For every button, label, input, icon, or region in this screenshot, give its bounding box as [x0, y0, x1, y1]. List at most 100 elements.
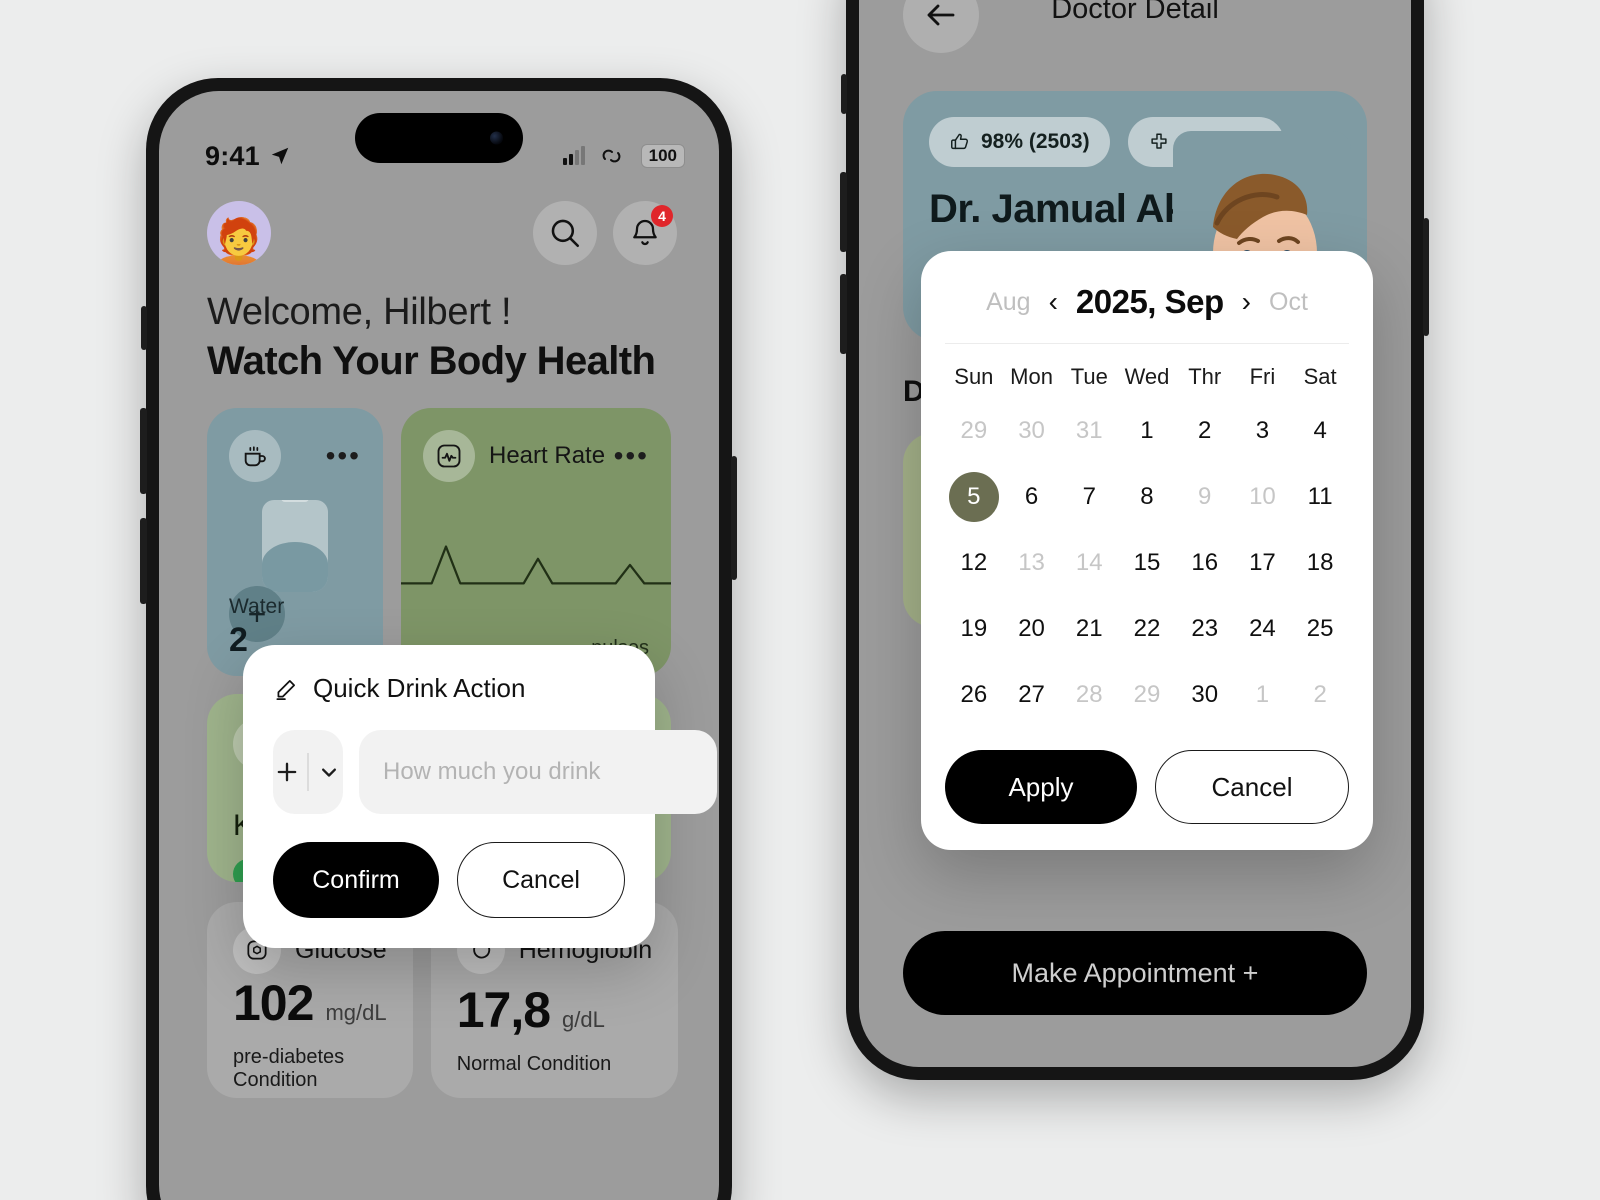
medical-cross-icon — [1150, 133, 1167, 149]
weekday-label: Tue — [1070, 364, 1108, 389]
calendar-day[interactable]: 15 — [1122, 538, 1172, 588]
calendar-header: Aug ‹ 2025, Sep › Oct — [945, 277, 1349, 344]
water-card-menu[interactable]: ••• — [326, 442, 361, 470]
calendar-day[interactable]: 19 — [949, 604, 999, 654]
right-phone-frame: Doctor Detail 98% (2503) Dr. Jamual Akpb… — [840, 0, 1429, 1080]
calendar-cell: 6 — [1003, 472, 1061, 522]
calendar-day[interactable]: 26 — [949, 670, 999, 720]
phone-silent-switch[interactable] — [141, 306, 147, 350]
calendar-day[interactable]: 23 — [1180, 604, 1230, 654]
heart-rate-card[interactable]: Heart Rate ••• pulses — [401, 408, 671, 676]
status-bar-indicators: 100 — [562, 144, 685, 168]
calendar-day[interactable]: 2 — [1180, 406, 1230, 456]
calendar-cell: 2 — [1291, 670, 1349, 720]
glucose-condition: pre-diabetes Condition — [233, 1046, 345, 1091]
search-icon — [551, 219, 580, 248]
calendar-day[interactable]: 17 — [1237, 538, 1287, 588]
calendar-cell: 8 — [1118, 472, 1176, 522]
calendar-day[interactable]: 25 — [1295, 604, 1345, 654]
calendar-day[interactable]: 1 — [1122, 406, 1172, 456]
heart-rate-card-menu[interactable]: ••• — [614, 442, 649, 470]
left-phone-frame: 9:41 100 — [140, 78, 737, 1200]
quick-drink-modal-title-row: Quick Drink Action — [273, 673, 625, 704]
phone-volume-up-button[interactable] — [840, 172, 847, 252]
phone-power-button[interactable] — [731, 456, 737, 580]
calendar-cell: 16 — [1176, 538, 1234, 588]
search-button[interactable] — [533, 201, 597, 265]
calendar-day[interactable]: 24 — [1237, 604, 1287, 654]
calendar-day[interactable]: 6 — [1007, 472, 1057, 522]
chevron-right-icon[interactable]: › — [1240, 288, 1253, 316]
calendar-day[interactable]: 12 — [949, 538, 999, 588]
calendar-day[interactable]: 22 — [1122, 604, 1172, 654]
calendar-day[interactable]: 11 — [1295, 472, 1345, 522]
confirm-button[interactable]: Confirm — [273, 842, 439, 918]
phone-silent-switch[interactable] — [841, 74, 847, 114]
calendar-cell: 1 — [1118, 406, 1176, 456]
phone-volume-up-button[interactable] — [140, 408, 147, 494]
calendar-day-disabled: 10 — [1249, 483, 1276, 510]
cancel-button[interactable]: Cancel — [1155, 750, 1349, 824]
quick-drink-modal: Quick Drink Action Confirm — [243, 645, 717, 948]
welcome-headline: Watch Your Body Health — [207, 339, 656, 383]
calendar-day[interactable]: 7 — [1064, 472, 1114, 522]
calendar-day-selected[interactable]: 5 — [948, 472, 999, 522]
calendar-day[interactable]: 16 — [1180, 538, 1230, 588]
quick-drink-fields — [273, 730, 717, 814]
water-card-header: ••• — [229, 430, 361, 482]
calendar-cell: 9 — [1176, 472, 1234, 522]
quantity-stepper[interactable] — [273, 730, 343, 814]
calendar-day[interactable]: 21 — [1064, 604, 1114, 654]
calendar-day-disabled: 14 — [1075, 549, 1103, 576]
status-time: 9:41 — [205, 140, 260, 171]
calendar-cell: 25 — [1291, 604, 1349, 654]
weekday-label: Mon — [1010, 364, 1053, 389]
calendar-month-title: 2025, Sep — [1075, 283, 1224, 320]
calendar-day[interactable]: 3 — [1237, 406, 1287, 456]
calendar-cell: 29 — [945, 406, 1003, 456]
calendar-day[interactable]: 30 — [1180, 670, 1230, 720]
location-arrow-icon — [271, 147, 289, 165]
weekday-label: Wed — [1124, 364, 1170, 389]
calendar-cell: 12 — [945, 538, 1003, 588]
glucose-unit: mg/dL — [325, 1000, 387, 1025]
drink-amount-input[interactable] — [359, 730, 717, 814]
calendar-day[interactable]: 8 — [1122, 472, 1172, 522]
next-month-label[interactable]: Oct — [1269, 288, 1308, 317]
calendar-cell: 20 — [1003, 604, 1061, 654]
calendar-day-disabled: 30 — [1018, 417, 1045, 444]
coffee-cup-icon-wrap — [229, 430, 281, 482]
cancel-button[interactable]: Cancel — [457, 842, 625, 918]
apply-button[interactable]: Apply — [945, 750, 1137, 824]
calendar-day-disabled: 9 — [1198, 483, 1212, 510]
chevron-left-icon[interactable]: ‹ — [1047, 288, 1060, 316]
prev-month-label[interactable]: Aug — [986, 288, 1030, 317]
phone-volume-down-button[interactable] — [140, 518, 147, 604]
calendar-day[interactable]: 27 — [1007, 670, 1057, 720]
summary-cards-row: ••• + Water 2 Heart Rate ••• — [159, 384, 719, 676]
doctor-detail-body: Doctor Detail 98% (2503) Dr. Jamual Akpb… — [859, 0, 1411, 1067]
plus-icon — [277, 762, 297, 782]
calendar-day[interactable]: 20 — [1007, 604, 1057, 654]
notifications-button[interactable]: 4 — [613, 201, 677, 265]
calendar-cell: 28 — [1060, 670, 1118, 720]
water-card[interactable]: ••• + Water 2 — [207, 408, 383, 676]
dynamic-island — [355, 113, 523, 163]
calendar-cell: 11 — [1291, 472, 1349, 522]
avatar[interactable]: 🧑‍🦰 — [207, 201, 271, 265]
calendar-day[interactable]: 18 — [1295, 538, 1345, 588]
calendar-week-row: 5 6 7 8 9 10 11 — [945, 472, 1349, 522]
phone-volume-down-button[interactable] — [840, 274, 847, 354]
chevron-down-icon — [322, 768, 336, 777]
calendar-day[interactable]: 4 — [1295, 406, 1345, 456]
hemoglobin-value-group: 17,8 g/dL — [457, 981, 652, 1039]
calendar-modal: Aug ‹ 2025, Sep › Oct Sun Mon Tue Wed Th… — [921, 251, 1373, 850]
water-label: Water — [229, 595, 285, 618]
glucose-value: 102 — [233, 975, 314, 1031]
hemoglobin-condition: Normal Condition — [456, 1053, 612, 1075]
back-button[interactable] — [903, 0, 979, 53]
make-appointment-button[interactable]: Make Appointment + — [903, 931, 1367, 1015]
water-level — [262, 542, 328, 592]
phone-power-button[interactable] — [1423, 218, 1429, 336]
calendar-cell: 7 — [1060, 472, 1118, 522]
